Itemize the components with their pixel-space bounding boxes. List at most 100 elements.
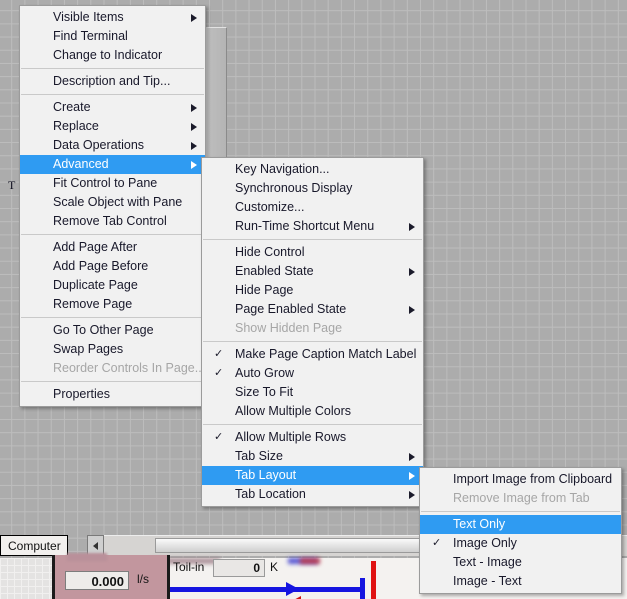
menu-separator [203, 341, 422, 342]
menu-item-label: Advanced [53, 157, 109, 171]
menu-item-fit-control-to-pane[interactable]: Fit Control to Pane [20, 174, 205, 193]
menu-item-find-terminal[interactable]: Find Terminal [20, 27, 205, 46]
menu-item-page-enabled-state[interactable]: Page Enabled State [202, 300, 423, 319]
menu-item-label: Remove Tab Control [53, 214, 167, 228]
menu-item-label: Add Page After [53, 240, 138, 254]
menu-item-run-time-shortcut-menu[interactable]: Run-Time Shortcut Menu [202, 217, 423, 236]
menu-item-label: Duplicate Page [53, 278, 138, 292]
menu-item-remove-image-from-tab: Remove Image from Tab [420, 489, 621, 508]
pipe-blue-horizontal [165, 587, 365, 592]
flow-value[interactable]: 0.000 [65, 571, 129, 590]
menu-item-properties[interactable]: Properties [20, 385, 205, 404]
pipe-blue-vertical [360, 578, 365, 599]
menu-item-label: Image Only [453, 536, 517, 550]
check-icon: ✓ [214, 431, 224, 443]
tab-computer[interactable]: Computer [0, 535, 68, 556]
menu-item-import-image-from-clipboard[interactable]: Import Image from Clipboard [420, 470, 621, 489]
menu-item-duplicate-page[interactable]: Duplicate Page [20, 276, 205, 295]
menu-item-label: Tab Location [235, 487, 306, 501]
menu-item-swap-pages[interactable]: Swap Pages [20, 340, 205, 359]
menu-item-hide-page[interactable]: Hide Page [202, 281, 423, 300]
menu-item-label: Run-Time Shortcut Menu [235, 219, 375, 233]
menu-item-label: Image - Text [453, 574, 522, 588]
menu-item-allow-multiple-colors[interactable]: Allow Multiple Colors [202, 402, 423, 421]
check-icon: ✓ [214, 367, 224, 379]
menu-separator [21, 68, 204, 69]
advanced-submenu[interactable]: Key Navigation... Synchronous Display Cust… [201, 157, 424, 507]
menu-separator [203, 239, 422, 240]
menu-item-label: Key Navigation... [235, 162, 330, 176]
toil-in-value[interactable]: 0 [213, 559, 265, 577]
flow-label-blur [67, 553, 107, 561]
menu-item-add-page-after[interactable]: Add Page After [20, 238, 205, 257]
menu-item-add-page-before[interactable]: Add Page Before [20, 257, 205, 276]
submenu-arrow-icon [409, 453, 415, 461]
menu-item-image-text[interactable]: Image - Text [420, 572, 621, 591]
menu-item-text-image[interactable]: Text - Image [420, 553, 621, 572]
menu-item-change-to-indicator[interactable]: Change to Indicator [20, 46, 205, 65]
menu-item-label: Hide Page [235, 283, 294, 297]
menu-item-label: Page Enabled State [235, 302, 347, 316]
menu-item-create[interactable]: Create [20, 98, 205, 117]
menu-item-label: Fit Control to Pane [53, 176, 158, 190]
flow-indicator-group: 0.000 l/s [52, 553, 170, 599]
menu-item-label: Data Operations [53, 138, 145, 152]
menu-item-tab-layout[interactable]: Tab Layout [202, 466, 423, 485]
menu-item-allow-multiple-rows[interactable]: ✓ Allow Multiple Rows [202, 428, 423, 447]
menu-item-description-and-tip[interactable]: Description and Tip... [20, 72, 205, 91]
menu-item-go-to-other-page[interactable]: Go To Other Page [20, 321, 205, 340]
menu-item-label: Text Only [453, 517, 506, 531]
submenu-arrow-icon [409, 306, 415, 314]
diagram-grid [0, 558, 58, 599]
menu-item-hide-control[interactable]: Hide Control [202, 243, 423, 262]
menu-item-customize[interactable]: Customize... [202, 198, 423, 217]
menu-item-size-to-fit[interactable]: Size To Fit [202, 383, 423, 402]
menu-item-tab-size[interactable]: Tab Size [202, 447, 423, 466]
menu-item-reorder-controls-in-page: Reorder Controls In Page... [20, 359, 205, 378]
text-cursor-glyph: T [8, 178, 16, 192]
submenu-arrow-icon [191, 123, 197, 131]
check-icon: ✓ [214, 348, 224, 360]
submenu-arrow-icon [191, 142, 197, 150]
menu-item-label: Visible Items [53, 10, 124, 24]
menu-separator [421, 511, 620, 512]
tab-control-edge[interactable] [206, 27, 227, 168]
menu-item-label: Hide Control [235, 245, 305, 259]
menu-item-key-navigation[interactable]: Key Navigation... [202, 160, 423, 179]
menu-item-scale-object-with-pane[interactable]: Scale Object with Pane [20, 193, 205, 212]
menu-item-label: Reorder Controls In Page... [53, 361, 206, 375]
menu-item-remove-tab-control[interactable]: Remove Tab Control [20, 212, 205, 231]
menu-item-image-only[interactable]: ✓ Image Only [420, 534, 621, 553]
menu-item-visible-items[interactable]: Visible Items [20, 8, 205, 27]
submenu-arrow-icon [409, 491, 415, 499]
menu-item-remove-page[interactable]: Remove Page [20, 295, 205, 314]
submenu-arrow-icon [191, 14, 197, 22]
menu-separator [21, 317, 204, 318]
submenu-arrow-icon [191, 161, 197, 169]
menu-item-label: Properties [53, 387, 110, 401]
menu-separator [21, 381, 204, 382]
menu-item-label: Tab Size [235, 449, 283, 463]
menu-item-text-only[interactable]: Text Only [420, 515, 621, 534]
submenu-arrow-icon [409, 472, 415, 480]
menu-item-replace[interactable]: Replace [20, 117, 205, 136]
menu-item-label: Enabled State [235, 264, 314, 278]
menu-item-label: Allow Multiple Colors [235, 404, 352, 418]
menu-item-synchronous-display[interactable]: Synchronous Display [202, 179, 423, 198]
tab-layout-submenu[interactable]: Import Image from Clipboard Remove Image … [419, 467, 622, 594]
menu-item-label: Add Page Before [53, 259, 149, 273]
menu-item-tab-location[interactable]: Tab Location [202, 485, 423, 504]
check-icon: ✓ [432, 537, 442, 549]
control-context-menu[interactable]: Visible Items Find Terminal Change to Indi… [19, 5, 206, 407]
menu-item-label: Text - Image [453, 555, 522, 569]
menu-item-advanced[interactable]: Advanced [20, 155, 205, 174]
menu-item-enabled-state[interactable]: Enabled State [202, 262, 423, 281]
menu-item-label: Size To Fit [235, 385, 294, 399]
menu-item-label: Customize... [235, 200, 305, 214]
menu-item-make-page-caption-match-label[interactable]: ✓ Make Page Caption Match Label [202, 345, 423, 364]
menu-item-data-operations[interactable]: Data Operations [20, 136, 205, 155]
menu-item-label: Allow Multiple Rows [235, 430, 347, 444]
menu-item-label: Make Page Caption Match Label [235, 347, 417, 361]
menu-item-label: Remove Image from Tab [453, 491, 590, 505]
menu-item-auto-grow[interactable]: ✓ Auto Grow [202, 364, 423, 383]
